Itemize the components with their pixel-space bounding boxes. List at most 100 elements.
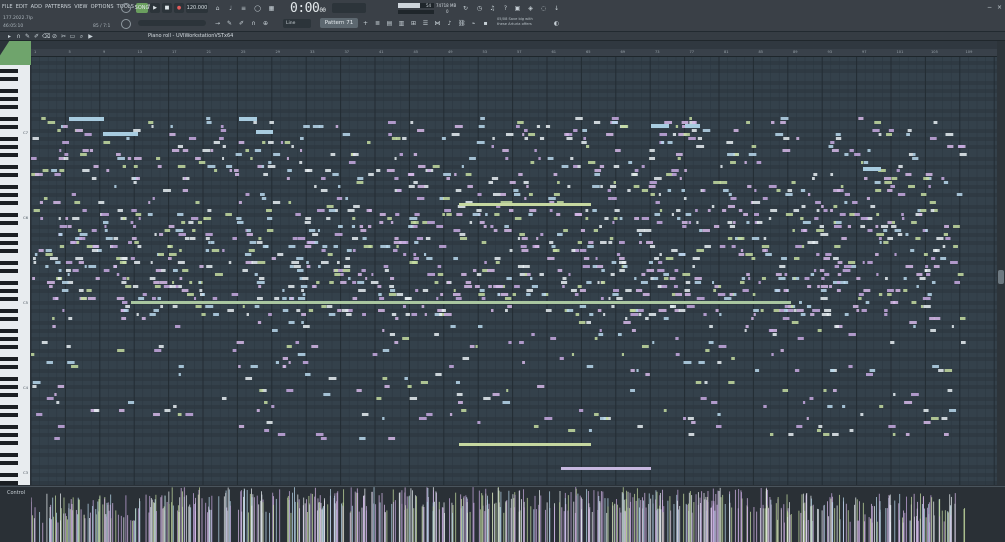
note[interactable] bbox=[282, 309, 289, 312]
note[interactable] bbox=[95, 277, 100, 280]
note[interactable] bbox=[824, 273, 830, 276]
note[interactable] bbox=[887, 237, 894, 240]
note[interactable] bbox=[864, 177, 868, 180]
note[interactable] bbox=[449, 365, 454, 368]
note[interactable] bbox=[424, 313, 427, 316]
note[interactable] bbox=[817, 285, 820, 288]
note[interactable] bbox=[248, 249, 255, 252]
note[interactable] bbox=[409, 397, 418, 400]
note[interactable] bbox=[933, 265, 940, 268]
note[interactable] bbox=[524, 137, 529, 140]
note[interactable] bbox=[559, 357, 564, 360]
note[interactable] bbox=[328, 209, 336, 212]
note[interactable] bbox=[351, 237, 359, 240]
note[interactable] bbox=[522, 361, 525, 364]
note[interactable] bbox=[459, 237, 468, 240]
note[interactable] bbox=[389, 285, 395, 288]
note[interactable] bbox=[524, 129, 528, 132]
note[interactable] bbox=[717, 361, 722, 364]
note[interactable] bbox=[641, 345, 649, 348]
note[interactable] bbox=[392, 249, 398, 252]
note[interactable] bbox=[663, 277, 669, 280]
note[interactable] bbox=[155, 269, 162, 272]
note[interactable] bbox=[683, 197, 687, 200]
note[interactable] bbox=[943, 181, 949, 184]
note[interactable] bbox=[658, 193, 661, 196]
note[interactable] bbox=[806, 417, 809, 420]
note[interactable] bbox=[182, 189, 189, 192]
note[interactable] bbox=[483, 397, 491, 400]
note[interactable] bbox=[524, 273, 528, 276]
note[interactable] bbox=[297, 353, 306, 356]
black-key[interactable] bbox=[0, 117, 18, 121]
black-key[interactable] bbox=[0, 393, 18, 397]
note[interactable] bbox=[620, 125, 629, 128]
note[interactable] bbox=[301, 289, 304, 292]
note[interactable] bbox=[649, 157, 656, 160]
note[interactable] bbox=[452, 293, 461, 296]
note[interactable] bbox=[657, 269, 665, 272]
note[interactable] bbox=[835, 137, 842, 140]
control-selector[interactable]: Control bbox=[7, 490, 25, 496]
note[interactable] bbox=[254, 149, 262, 152]
note[interactable] bbox=[402, 305, 406, 308]
note[interactable] bbox=[875, 225, 879, 228]
note[interactable] bbox=[443, 173, 451, 176]
note[interactable] bbox=[898, 165, 903, 168]
note[interactable] bbox=[58, 233, 63, 236]
note[interactable] bbox=[504, 309, 508, 312]
note[interactable] bbox=[317, 229, 320, 232]
note[interactable] bbox=[379, 297, 385, 300]
note[interactable] bbox=[60, 125, 63, 128]
note[interactable] bbox=[450, 325, 456, 328]
note[interactable] bbox=[878, 237, 882, 240]
note[interactable] bbox=[492, 193, 501, 196]
note[interactable] bbox=[819, 225, 824, 228]
note[interactable] bbox=[768, 329, 774, 332]
note[interactable] bbox=[901, 217, 905, 220]
note[interactable] bbox=[177, 165, 186, 168]
note[interactable] bbox=[545, 125, 551, 128]
note[interactable] bbox=[879, 405, 884, 408]
note[interactable] bbox=[726, 141, 734, 144]
note[interactable] bbox=[810, 273, 815, 276]
note[interactable] bbox=[519, 233, 525, 236]
black-key[interactable] bbox=[0, 433, 18, 437]
note[interactable] bbox=[126, 277, 130, 280]
note[interactable] bbox=[479, 221, 485, 224]
note[interactable] bbox=[646, 241, 653, 244]
note[interactable] bbox=[306, 265, 311, 268]
note[interactable] bbox=[504, 225, 509, 228]
note[interactable] bbox=[754, 189, 757, 192]
note[interactable] bbox=[678, 253, 686, 256]
note[interactable] bbox=[791, 181, 796, 184]
zoom-icon[interactable]: ⌕ bbox=[78, 33, 85, 40]
note[interactable] bbox=[696, 249, 704, 252]
note[interactable] bbox=[621, 353, 625, 356]
note[interactable] bbox=[494, 257, 501, 260]
note[interactable] bbox=[720, 165, 723, 168]
note[interactable] bbox=[493, 229, 498, 232]
note[interactable] bbox=[649, 245, 656, 248]
note[interactable] bbox=[742, 289, 749, 292]
note[interactable] bbox=[303, 125, 310, 128]
note[interactable] bbox=[890, 341, 895, 344]
note[interactable] bbox=[367, 141, 371, 144]
note[interactable] bbox=[513, 193, 521, 196]
note[interactable] bbox=[713, 289, 717, 292]
note[interactable] bbox=[713, 181, 721, 184]
note[interactable] bbox=[956, 193, 963, 196]
note[interactable] bbox=[114, 185, 117, 188]
note[interactable] bbox=[522, 265, 530, 268]
note[interactable] bbox=[266, 421, 273, 424]
note[interactable] bbox=[508, 341, 512, 344]
note[interactable] bbox=[362, 313, 366, 316]
black-key[interactable] bbox=[0, 413, 18, 417]
black-key[interactable] bbox=[0, 185, 18, 189]
note[interactable] bbox=[806, 305, 812, 308]
note[interactable] bbox=[834, 325, 839, 328]
note[interactable] bbox=[427, 169, 431, 172]
note[interactable] bbox=[409, 217, 418, 220]
note[interactable] bbox=[131, 209, 137, 212]
note[interactable] bbox=[652, 341, 655, 344]
